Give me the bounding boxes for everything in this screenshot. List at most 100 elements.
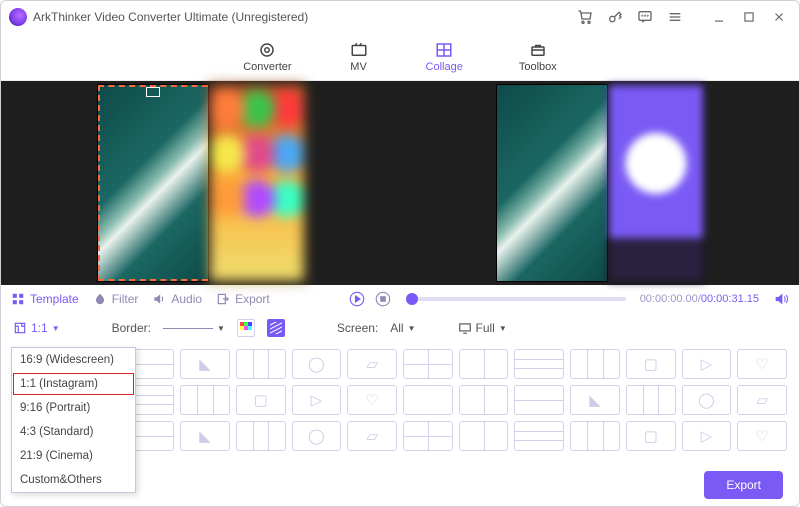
app-window: ArkThinker Video Converter Ultimate (Unr…: [0, 0, 800, 507]
layout-template-tile[interactable]: [459, 421, 509, 451]
layout-template-tile[interactable]: ▢: [626, 421, 676, 451]
template-button[interactable]: Template: [11, 292, 79, 306]
key-icon[interactable]: [603, 5, 627, 29]
stop-button[interactable]: [374, 290, 392, 308]
chevron-down-icon: ▼: [217, 324, 225, 333]
layout-template-tile[interactable]: [570, 421, 620, 451]
feedback-icon[interactable]: [633, 5, 657, 29]
collage-cell-1[interactable]: [1, 81, 400, 285]
timeline-scrubber[interactable]: [406, 297, 626, 301]
layout-template-tile[interactable]: ◯: [292, 349, 342, 379]
layout-template-tile[interactable]: ▱: [737, 385, 787, 415]
layout-template-tile[interactable]: ▷: [292, 385, 342, 415]
border-pattern-button[interactable]: [267, 319, 285, 337]
time-total: 00:00:31.15: [701, 293, 759, 305]
tab-converter[interactable]: Converter: [243, 41, 291, 73]
layout-template-tile[interactable]: [570, 349, 620, 379]
layout-template-tile[interactable]: [626, 385, 676, 415]
collage-cell-2[interactable]: [400, 81, 799, 285]
layout-template-tile[interactable]: [403, 349, 453, 379]
title-bar: ArkThinker Video Converter Ultimate (Unr…: [1, 1, 799, 33]
layout-template-tile[interactable]: [236, 421, 286, 451]
layout-template-tile[interactable]: ▷: [682, 349, 732, 379]
ratio-option[interactable]: 1:1 (Instagram): [12, 372, 135, 396]
volume-icon[interactable]: [773, 291, 789, 307]
view-selector[interactable]: Full ▼: [458, 321, 507, 335]
toolbox-icon: [527, 41, 549, 59]
screen-selector[interactable]: All ▼: [390, 321, 415, 335]
layout-template-tile[interactable]: ◣: [180, 349, 230, 379]
chevron-down-icon: ▼: [408, 324, 416, 333]
layout-template-tile[interactable]: [459, 349, 509, 379]
ratio-value: 1:1: [31, 321, 48, 335]
layout-template-tile[interactable]: [514, 421, 564, 451]
ratio-selector[interactable]: 1:1 ▼: [13, 321, 60, 335]
scrubber-handle[interactable]: [406, 293, 418, 305]
ratio-icon: [13, 321, 27, 335]
clip-thumbnail: [608, 84, 704, 282]
layout-template-tile[interactable]: ▱: [347, 349, 397, 379]
maximize-icon[interactable]: [737, 5, 761, 29]
tab-mv[interactable]: MV: [348, 41, 370, 73]
layout-template-tile[interactable]: [403, 421, 453, 451]
time-current: 00:00:00.00: [640, 293, 698, 305]
export-button[interactable]: Export: [704, 471, 783, 499]
collage-preview: [1, 81, 799, 285]
app-logo-icon: [9, 8, 27, 26]
layout-template-tile[interactable]: [180, 385, 230, 415]
screen-label: Screen:: [337, 321, 378, 335]
layout-template-tile[interactable]: ♡: [737, 421, 787, 451]
layout-template-tile[interactable]: ◯: [682, 385, 732, 415]
layout-template-tile[interactable]: ▱: [347, 421, 397, 451]
mv-icon: [348, 41, 370, 59]
ratio-option[interactable]: 9:16 (Portrait): [12, 396, 135, 420]
chevron-down-icon: ▼: [499, 324, 507, 333]
border-color-picker[interactable]: [237, 319, 255, 337]
audio-button[interactable]: Audio: [152, 292, 202, 306]
export-tool-button[interactable]: Export: [216, 292, 270, 306]
clip-thumbnail: [97, 84, 209, 282]
layout-template-tile[interactable]: ▷: [682, 421, 732, 451]
converter-icon: [256, 41, 278, 59]
clip-thumbnail: [209, 84, 305, 282]
filter-button[interactable]: Filter: [93, 292, 139, 306]
layout-template-tile[interactable]: [236, 349, 286, 379]
border-label: Border:: [112, 321, 151, 335]
layout-template-tile[interactable]: ♡: [347, 385, 397, 415]
tab-toolbox[interactable]: Toolbox: [519, 41, 557, 73]
layout-template-tile[interactable]: [514, 385, 564, 415]
layout-template-tile[interactable]: ◣: [180, 421, 230, 451]
close-icon[interactable]: [767, 5, 791, 29]
template-label: Template: [30, 292, 79, 306]
layout-template-tile[interactable]: ♡: [737, 349, 787, 379]
ratio-option[interactable]: Custom&Others: [12, 468, 135, 492]
layout-template-tile[interactable]: ◯: [292, 421, 342, 451]
clip-thumbnail: [496, 84, 608, 282]
ratio-option[interactable]: 4:3 (Standard): [12, 420, 135, 444]
layout-template-tile[interactable]: [459, 385, 509, 415]
ratio-option[interactable]: 21:9 (Cinema): [12, 444, 135, 468]
app-title: ArkThinker Video Converter Ultimate (Unr…: [33, 10, 308, 24]
audio-label: Audio: [171, 292, 202, 306]
tab-collage[interactable]: Collage: [426, 41, 463, 73]
minimize-icon[interactable]: [707, 5, 731, 29]
export-label: Export: [235, 292, 270, 306]
collage-icon: [433, 41, 455, 59]
layout-template-tile[interactable]: ▢: [236, 385, 286, 415]
layout-template-tile[interactable]: [403, 385, 453, 415]
main-tabs: Converter MV Collage Toolbox: [1, 33, 799, 81]
layout-template-tile[interactable]: [514, 349, 564, 379]
tool-row: Template Filter Audio Export 00:00:00.00…: [1, 285, 799, 313]
layout-template-tile[interactable]: ◣: [570, 385, 620, 415]
menu-icon[interactable]: [663, 5, 687, 29]
ratio-dropdown: 16:9 (Widescreen)1:1 (Instagram)9:16 (Po…: [11, 347, 136, 493]
options-row: 1:1 ▼ Border: ▼ Screen: All ▼ Full ▼: [1, 313, 799, 343]
screen-value: All: [390, 321, 403, 335]
border-style-selector[interactable]: ▼: [163, 324, 225, 333]
time-display: 00:00:00.00/00:00:31.15: [640, 293, 759, 305]
play-button[interactable]: [348, 290, 366, 308]
ratio-option[interactable]: 16:9 (Widescreen): [12, 348, 135, 372]
layout-template-tile[interactable]: ▢: [626, 349, 676, 379]
chevron-down-icon: ▼: [52, 324, 60, 333]
cart-icon[interactable]: [573, 5, 597, 29]
